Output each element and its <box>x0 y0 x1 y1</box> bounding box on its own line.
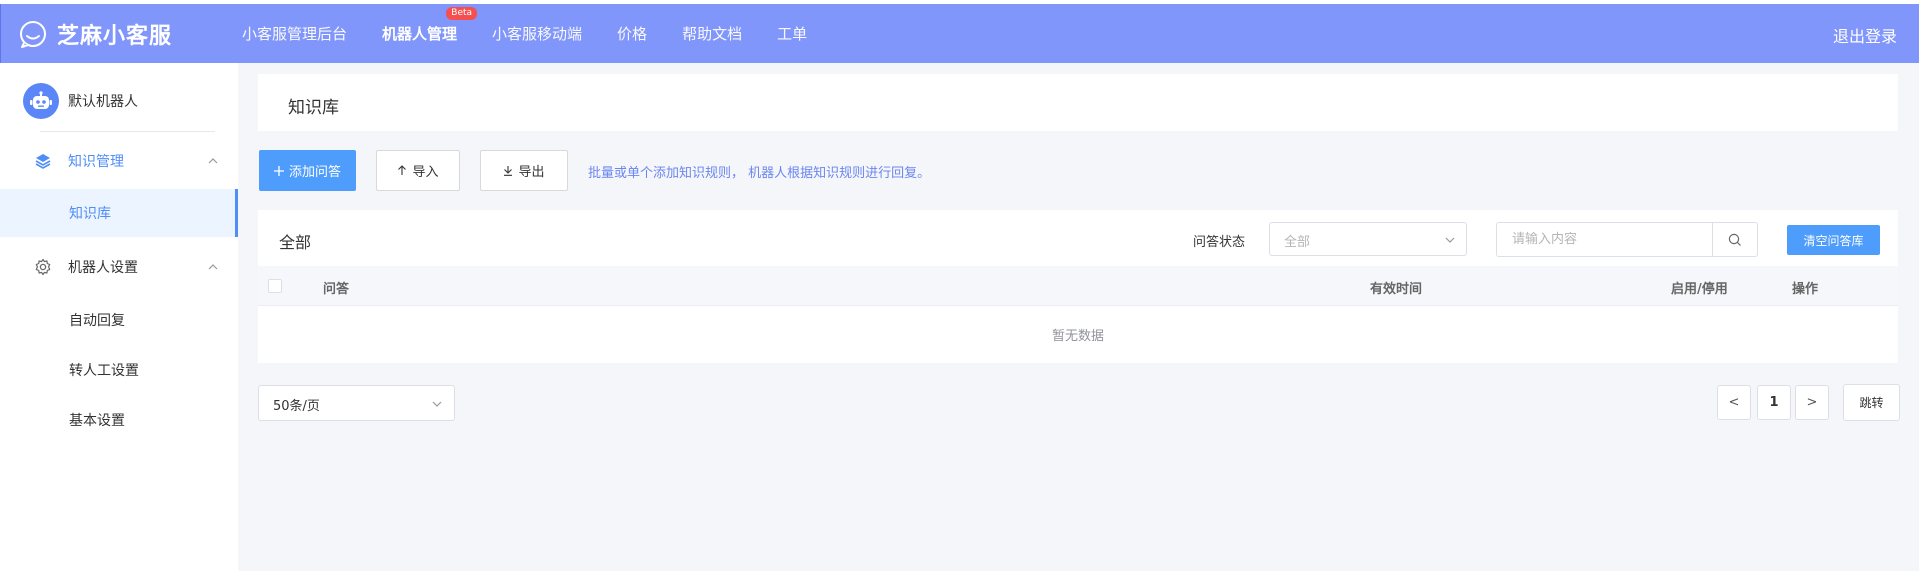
sidebar-group-label: 机器人设置 <box>68 260 138 276</box>
chevron-up-icon <box>208 264 218 270</box>
sidebar-item-knowledge-base[interactable]: 知识库 <box>0 189 238 237</box>
select-all-checkbox[interactable] <box>268 279 282 293</box>
nav-robot-management-label: 机器人管理 <box>382 25 458 43</box>
page-title-card: 知识库 <box>258 74 1898 131</box>
chevron-down-icon <box>1445 237 1455 243</box>
column-qa: 问答 <box>323 282 350 297</box>
import-label: 导入 <box>412 165 439 180</box>
nav-robot-management[interactable]: 机器人管理 Beta <box>382 7 478 44</box>
sidebar-item-label: 知识库 <box>69 206 111 222</box>
column-enable-disable: 启用/停用 <box>1671 282 1728 297</box>
nav-pricing[interactable]: 价格 <box>617 23 647 44</box>
search-input[interactable] <box>1496 222 1712 257</box>
layers-icon <box>35 154 51 169</box>
prev-page-button[interactable]: < <box>1717 385 1751 420</box>
nav-tickets[interactable]: 工单 <box>777 23 807 44</box>
download-icon <box>504 166 513 176</box>
jump-button[interactable]: 跳转 <box>1843 384 1900 421</box>
sidebar-item-label: 基本设置 <box>69 413 125 429</box>
column-actions: 操作 <box>1792 282 1819 297</box>
sidebar-item-auto-reply[interactable]: 自动回复 <box>0 296 238 344</box>
plus-icon <box>273 165 284 176</box>
main-content: 知识库 添加问答 导入 导出 批量或单个添加知识规则， 机器人根据知识规则进行回… <box>238 63 1919 571</box>
table-title: 全部 <box>279 233 312 252</box>
main-nav: 小客服管理后台 机器人管理 Beta 小客服移动端 价格 帮助文档 工单 <box>242 4 842 63</box>
search-button[interactable] <box>1712 222 1758 257</box>
beta-badge: Beta <box>446 7 478 20</box>
status-filter-label: 问答状态 <box>1193 235 1246 250</box>
chat-bubble-icon <box>20 21 46 48</box>
status-filter-value: 全部 <box>1284 235 1311 250</box>
add-qa-button[interactable]: 添加问答 <box>259 150 356 191</box>
page-title: 知识库 <box>288 98 339 118</box>
export-button[interactable]: 导出 <box>480 150 568 191</box>
top-nav-bar: 芝麻小客服 小客服管理后台 机器人管理 Beta 小客服移动端 价格 帮助文档 … <box>0 4 1919 63</box>
page-size-select[interactable]: 50条/页 <box>258 385 455 421</box>
nav-admin[interactable]: 小客服管理后台 <box>242 23 347 44</box>
brand-logo[interactable]: 芝麻小客服 <box>18 18 172 50</box>
brand-name: 芝麻小客服 <box>57 24 173 49</box>
robot-avatar <box>23 83 59 119</box>
sidebar-item-label: 自动回复 <box>69 313 125 329</box>
add-qa-label: 添加问答 <box>288 165 341 180</box>
sidebar-group-label: 知识管理 <box>68 154 124 170</box>
page-size-value: 50条/页 <box>273 399 320 414</box>
nav-mobile[interactable]: 小客服移动端 <box>492 23 582 44</box>
search-icon <box>1728 233 1741 246</box>
robot-selector[interactable]: 默认机器人 <box>23 83 138 119</box>
sidebar-divider <box>40 131 215 132</box>
import-button[interactable]: 导入 <box>376 150 460 191</box>
table-header: 问答 有效时间 启用/停用 操作 <box>258 266 1898 306</box>
gear-icon <box>35 258 51 276</box>
toolbar-hint: 批量或单个添加知识规则， 机器人根据知识规则进行回复。 <box>588 166 931 181</box>
logout-link[interactable]: 退出登录 <box>1833 23 1897 47</box>
chevron-up-icon <box>208 158 218 164</box>
current-page-button[interactable]: 1 <box>1757 385 1791 420</box>
sidebar-group-robot-settings[interactable]: 机器人设置 <box>0 247 238 287</box>
column-valid-time: 有效时间 <box>1370 282 1423 297</box>
upload-icon <box>398 165 407 175</box>
sidebar-item-label: 转人工设置 <box>69 363 139 379</box>
next-page-button[interactable]: > <box>1795 385 1829 420</box>
sidebar-item-transfer-to-agent[interactable]: 转人工设置 <box>0 346 238 394</box>
empty-state: 暂无数据 <box>1051 329 1104 344</box>
export-label: 导出 <box>518 165 545 180</box>
status-filter-select[interactable]: 全部 <box>1269 222 1467 256</box>
sidebar-item-basic-settings[interactable]: 基本设置 <box>0 396 238 444</box>
robot-icon <box>30 91 52 109</box>
chevron-down-icon <box>432 401 442 407</box>
sidebar-group-knowledge[interactable]: 知识管理 <box>0 141 238 181</box>
robot-name: 默认机器人 <box>68 94 138 110</box>
sidebar: 默认机器人 知识管理 知识库 机器人设置 自动回复 转人工设置 基本设置 <box>0 63 238 571</box>
nav-help-docs[interactable]: 帮助文档 <box>682 23 742 44</box>
qa-table-card: 全部 问答状态 全部 清空问答库 问答 有效时间 启用/停用 操作 暂无数据 <box>258 210 1898 363</box>
clear-qa-library-button[interactable]: 清空问答库 <box>1787 225 1880 255</box>
